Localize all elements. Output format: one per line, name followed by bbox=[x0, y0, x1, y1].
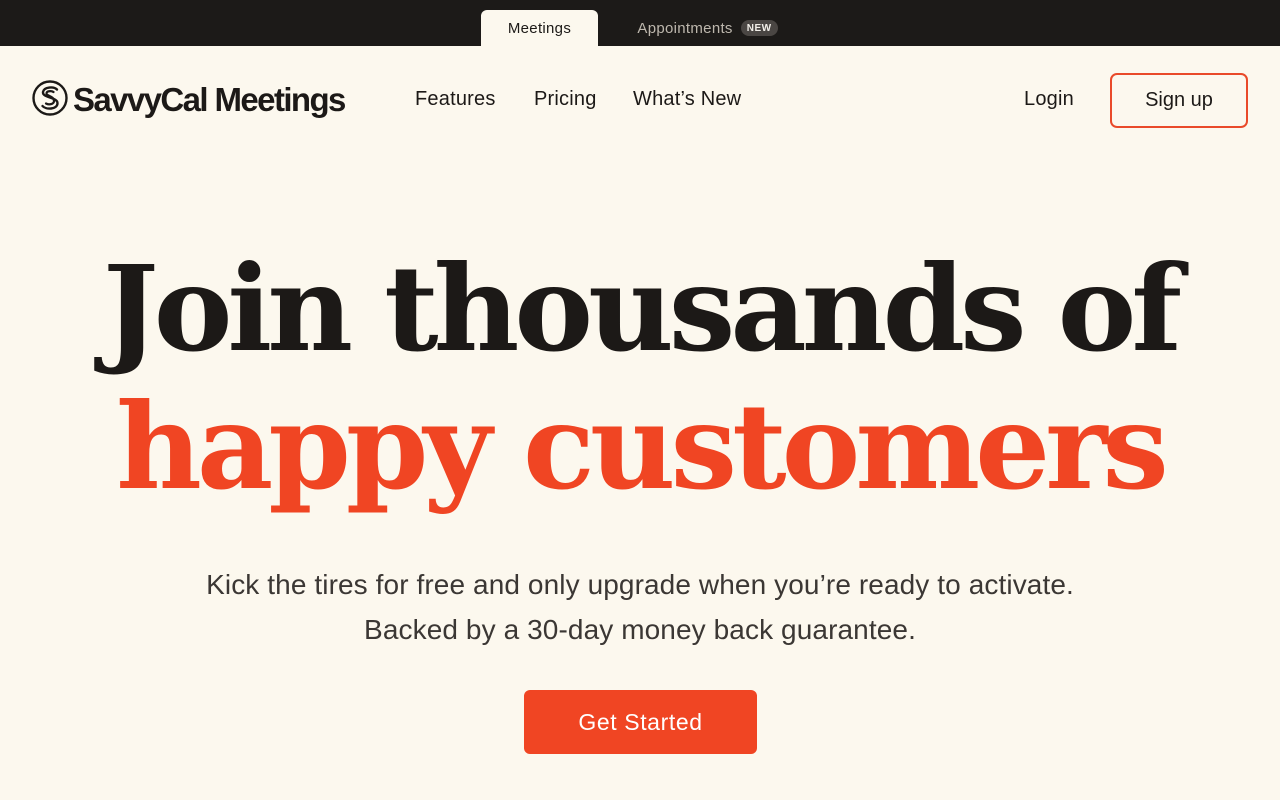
hero-subtext: Kick the tires for free and only upgrade… bbox=[0, 562, 1280, 652]
get-started-button[interactable]: Get Started bbox=[524, 690, 757, 754]
hero-headline: Join thousands of happy customers bbox=[0, 240, 1280, 516]
nav-features-link[interactable]: Features bbox=[415, 88, 496, 111]
signup-button[interactable]: Sign up bbox=[1110, 73, 1248, 128]
nav-whats-new-link[interactable]: What’s New bbox=[633, 88, 741, 111]
headline-line-1: Join thousands of bbox=[102, 239, 1182, 378]
tab-appointments[interactable]: Appointments NEW bbox=[620, 10, 795, 46]
new-badge: NEW bbox=[740, 20, 778, 36]
brand-logo-link[interactable]: SavvyCal Meetings bbox=[32, 79, 346, 122]
main-navbar: SavvyCal Meetings Features Pricing What’… bbox=[0, 46, 1280, 156]
login-link[interactable]: Login bbox=[1024, 88, 1074, 111]
subtext-line-1: Kick the tires for free and only upgrade… bbox=[206, 569, 1074, 600]
product-switcher-bar: Meetings Appointments NEW bbox=[0, 0, 1280, 46]
tab-meetings-label: Meetings bbox=[507, 19, 572, 37]
tab-meetings[interactable]: Meetings bbox=[481, 10, 598, 46]
tab-appointments-label: Appointments bbox=[637, 19, 733, 37]
brand-name: SavvyCal Meetings bbox=[73, 81, 346, 118]
headline-line-2: happy customers bbox=[116, 377, 1169, 516]
subtext-line-2: Backed by a 30-day money back guarantee. bbox=[364, 614, 916, 645]
nav-pricing-link[interactable]: Pricing bbox=[534, 88, 597, 111]
savvycal-s-icon bbox=[32, 79, 68, 122]
hero-section: Join thousands of happy customers bbox=[0, 240, 1280, 516]
